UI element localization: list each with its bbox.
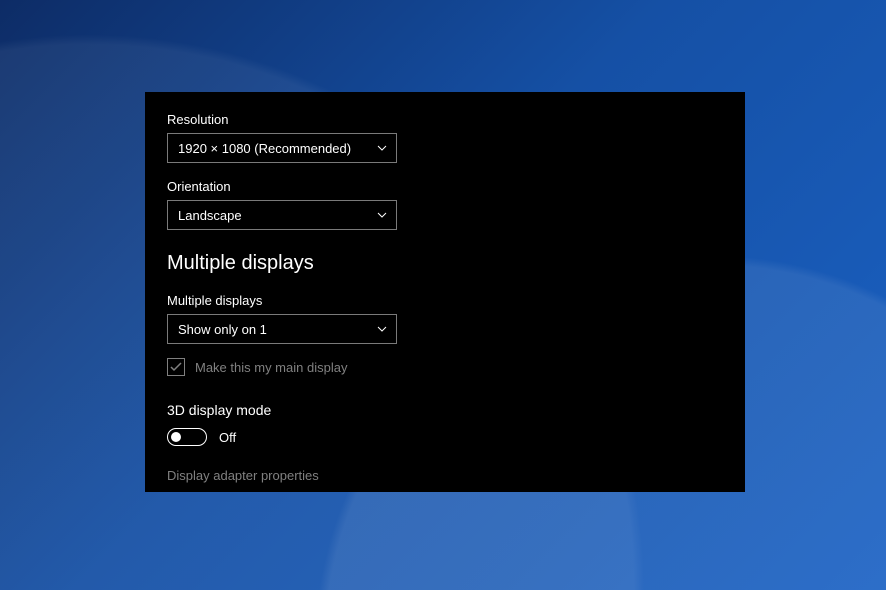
main-display-checkbox-row: Make this my main display	[167, 358, 723, 376]
checkmark-icon	[170, 362, 182, 372]
toggle-knob-icon	[171, 432, 181, 442]
desktop-background: Resolution 1920 × 1080 (Recommended) Ori…	[0, 0, 886, 590]
multiple-displays-heading: Multiple displays	[167, 252, 723, 275]
threed-toggle[interactable]	[167, 428, 207, 446]
orientation-group: Orientation Landscape	[167, 179, 723, 230]
resolution-group: Resolution 1920 × 1080 (Recommended)	[167, 112, 723, 163]
threed-toggle-row: Off	[167, 428, 723, 446]
chevron-down-icon	[376, 142, 388, 154]
multiple-displays-value: Show only on 1	[178, 322, 267, 337]
multiple-displays-group: Multiple displays Show only on 1	[167, 293, 723, 344]
chevron-down-icon	[376, 209, 388, 221]
orientation-value: Landscape	[178, 208, 242, 223]
display-adapter-link[interactable]: Display adapter properties	[167, 468, 723, 483]
threed-state: Off	[219, 430, 236, 445]
multiple-displays-dropdown[interactable]: Show only on 1	[167, 314, 397, 344]
resolution-value: 1920 × 1080 (Recommended)	[178, 141, 351, 156]
chevron-down-icon	[376, 323, 388, 335]
multiple-displays-label: Multiple displays	[167, 293, 723, 308]
orientation-dropdown[interactable]: Landscape	[167, 200, 397, 230]
orientation-label: Orientation	[167, 179, 723, 194]
display-settings-panel: Resolution 1920 × 1080 (Recommended) Ori…	[145, 92, 745, 492]
threed-heading: 3D display mode	[167, 402, 723, 418]
main-display-checkbox[interactable]	[167, 358, 185, 376]
resolution-dropdown[interactable]: 1920 × 1080 (Recommended)	[167, 133, 397, 163]
main-display-checkbox-label: Make this my main display	[195, 360, 347, 375]
resolution-label: Resolution	[167, 112, 723, 127]
